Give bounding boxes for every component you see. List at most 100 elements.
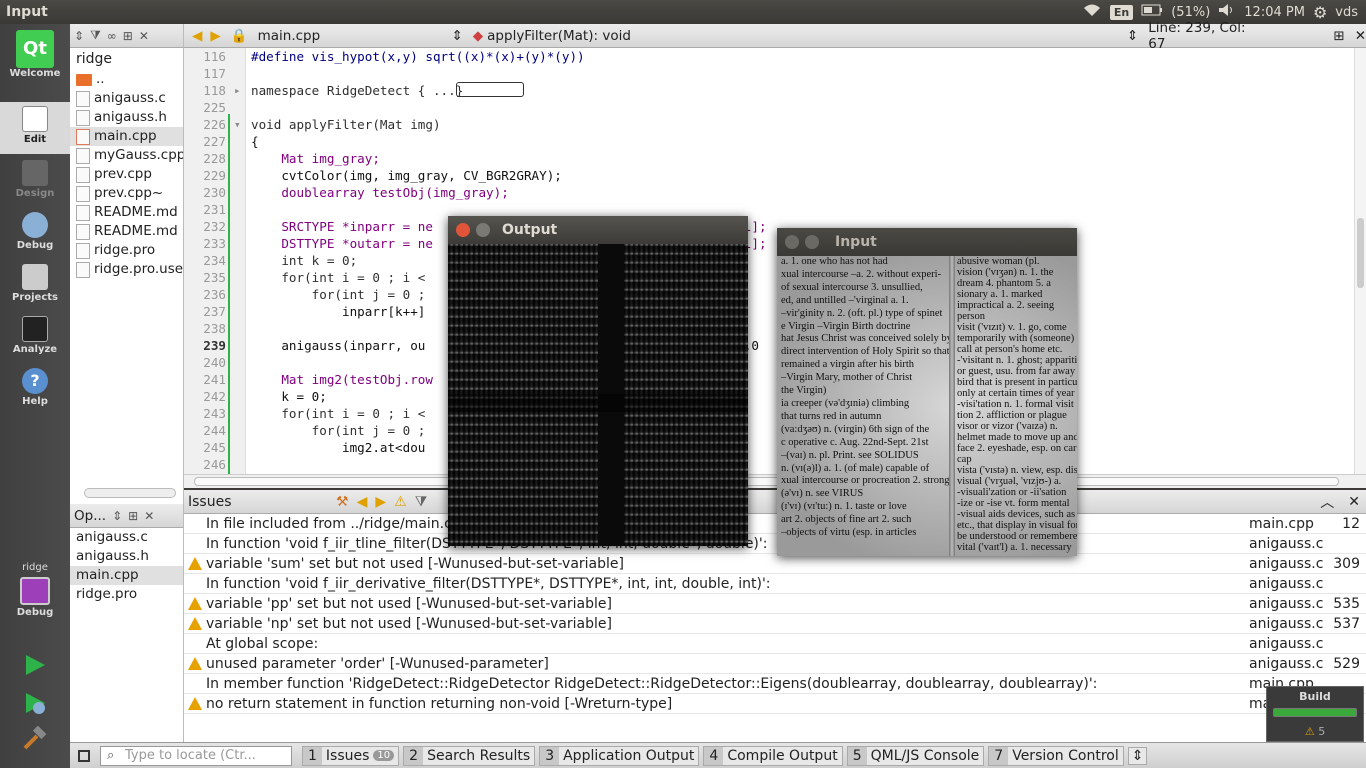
tree-item[interactable]: README.md [70, 203, 183, 222]
gear-icon[interactable]: ⚙ [1313, 3, 1327, 22]
mode-projects[interactable]: Projects [0, 260, 70, 310]
code-line[interactable]: 227 { [184, 133, 1354, 150]
issue-row[interactable]: variable 'pp' set but not used [-Wunused… [184, 594, 1366, 614]
next-arrow-icon[interactable]: ▶ [375, 494, 386, 510]
chevron-updown-icon[interactable]: ⇕ [74, 29, 84, 43]
user-name[interactable]: vds [1335, 5, 1358, 20]
code-line[interactable]: 235 for(int i = 0 ; i < [184, 269, 1354, 286]
code-line[interactable]: 231 [184, 201, 1354, 218]
code-line[interactable]: 233 DSTTYPE *outarr = ne l]; [184, 235, 1354, 252]
output-pane-tab[interactable]: 7 Version Control [988, 745, 1124, 766]
code-line[interactable]: 239 anigauss(inparr, ou 1.0 [184, 337, 1354, 354]
code-line[interactable]: 225 [184, 99, 1354, 116]
code-line[interactable]: 118 namespace RidgeDetect { ...} ▸ [184, 82, 1354, 99]
warning-filter-icon[interactable]: ⚠ [394, 494, 407, 510]
code-line[interactable]: 244 for(int j = 0 ; [184, 422, 1354, 439]
chevron-updown-icon[interactable]: ⇕ [1127, 746, 1148, 765]
code-line[interactable]: 236 for(int j = 0 ; [184, 286, 1354, 303]
tree-item[interactable]: myGauss.cpp [70, 146, 183, 165]
code-line[interactable]: 242 k = 0; [184, 388, 1354, 405]
link-icon[interactable]: ∞ [107, 29, 117, 43]
tree-item[interactable]: prev.cpp~ [70, 184, 183, 203]
issue-row[interactable]: In function 'void f_iir_derivative_filte… [184, 574, 1366, 594]
tree-item[interactable]: ridge.pro.use [70, 260, 183, 279]
issue-row[interactable]: variable 'np' set but not used [-Wunused… [184, 614, 1366, 634]
mode-help[interactable]: ? Help [0, 364, 70, 414]
kit-selector[interactable]: ridge Debug [0, 562, 70, 632]
mode-edit[interactable]: Edit [0, 102, 70, 154]
output-pane-tab[interactable]: 4 Compile Output [703, 745, 843, 766]
tree-item[interactable]: anigauss.h [70, 108, 183, 127]
tree-item[interactable]: .. [70, 70, 183, 89]
open-document-item[interactable]: anigauss.h [70, 547, 183, 566]
code-line[interactable]: 237 inparr[k++] [184, 303, 1354, 320]
line-col-indicator[interactable]: Line: 239, Col: 67 [1148, 20, 1263, 52]
tree-item[interactable]: README.md [70, 222, 183, 241]
open-document-item[interactable]: main.cpp [70, 566, 183, 585]
tree-item[interactable]: main.cpp [70, 127, 183, 146]
tree-hscrollbar[interactable] [84, 488, 176, 498]
output-pane-tab[interactable]: 5 QML/JS Console [846, 745, 985, 766]
filter-icon[interactable]: ⧩ [415, 494, 428, 510]
code-line[interactable]: 240 [184, 354, 1354, 371]
code-line[interactable]: 226 void applyFilter(Mat img) ▾ [184, 116, 1354, 133]
document-selector[interactable]: main.cpp [258, 28, 452, 44]
symbol-selector[interactable]: applyFilter(Mat): void [487, 28, 1127, 44]
volume-icon[interactable] [1218, 3, 1236, 21]
clock[interactable]: 12:04 PM [1244, 5, 1305, 20]
split-icon[interactable]: ⊞ [128, 509, 138, 523]
filter-icon[interactable]: ⧩ [90, 28, 101, 43]
build-hammer-button[interactable] [22, 726, 48, 752]
issue-row[interactable]: In member function 'RidgeDetect::RidgeDe… [184, 674, 1366, 694]
code-line[interactable]: 246 [184, 456, 1354, 473]
input-titlebar[interactable]: Input [777, 228, 1077, 256]
run-button[interactable] [22, 652, 48, 678]
project-root[interactable]: ridge [70, 48, 183, 70]
issue-row[interactable]: In function 'void f_iir_tline_filter(DST… [184, 534, 1366, 554]
chevron-updown-icon[interactable]: ⇕ [112, 509, 122, 523]
close-icon[interactable]: ✕ [144, 509, 154, 523]
build-progress[interactable]: Build ⚠ 5 [1266, 686, 1364, 742]
output-titlebar[interactable]: Output [448, 216, 748, 244]
tree-item[interactable]: anigauss.c [70, 89, 183, 108]
minimize-icon[interactable] [476, 223, 490, 237]
code-line[interactable]: 230 doublearray testObj(img_gray); [184, 184, 1354, 201]
split-icon[interactable]: ⊞ [1333, 28, 1344, 44]
code-line[interactable]: 117 [184, 65, 1354, 82]
split-icon[interactable]: ⊞ [123, 29, 133, 43]
output-pane-tab[interactable]: 1 Issues 10 [302, 745, 400, 766]
minimize-icon[interactable] [805, 235, 819, 249]
clean-build-icon[interactable]: ⚒ [336, 494, 349, 510]
code-line[interactable]: 238 [184, 320, 1354, 337]
open-document-item[interactable]: ridge.pro [70, 585, 183, 604]
issue-row[interactable]: In file included from ../ridge/main.cpp:… [184, 514, 1366, 534]
code-line[interactable]: 241 Mat img2(testObj.row [184, 371, 1354, 388]
keyboard-language-indicator[interactable]: En [1109, 4, 1134, 20]
code-line[interactable]: 229 cvtColor(img, img_gray, CV_BGR2GRAY)… [184, 167, 1354, 184]
code-line[interactable]: 228 Mat img_gray; [184, 150, 1354, 167]
code-line[interactable]: 245 img2.at<dou [184, 439, 1354, 456]
locator-input[interactable]: ⌕ Type to locate (Ctr... [100, 745, 292, 766]
maximize-chevron-icon[interactable]: ︿ [1320, 492, 1334, 512]
close-icon[interactable] [456, 223, 470, 237]
open-documents-title[interactable]: Op... [74, 508, 106, 524]
issue-row[interactable]: unused parameter 'order' [-Wunused-param… [184, 654, 1366, 674]
close-icon[interactable]: ✕ [1348, 494, 1360, 510]
issue-row[interactable]: no return statement in function returnin… [184, 694, 1366, 714]
debug-run-button[interactable] [22, 690, 48, 716]
input-window[interactable]: Input a. 1. one who has not had xual inte… [777, 228, 1077, 556]
tree-item[interactable]: ridge.pro [70, 241, 183, 260]
code-line[interactable]: 232 SRCTYPE *inparr = ne l]; [184, 218, 1354, 235]
close-icon[interactable]: ✕ [1355, 28, 1366, 44]
battery-icon[interactable] [1141, 4, 1163, 20]
wifi-icon[interactable] [1082, 3, 1102, 21]
output-pane-tab[interactable]: 3 Application Output [539, 745, 700, 766]
output-pane-tab[interactable]: 2 Search Results [403, 745, 536, 766]
editor-vscrollbar[interactable] [1354, 48, 1366, 474]
mode-analyze[interactable]: Analyze [0, 312, 70, 362]
output-window[interactable]: Output [448, 216, 748, 546]
folded-block-marker[interactable] [456, 82, 524, 97]
code-line[interactable]: 243 for(int i = 0 ; i < [184, 405, 1354, 422]
mode-welcome[interactable]: Qt Welcome [0, 24, 70, 99]
back-arrow-icon[interactable]: ◀ [192, 28, 202, 44]
